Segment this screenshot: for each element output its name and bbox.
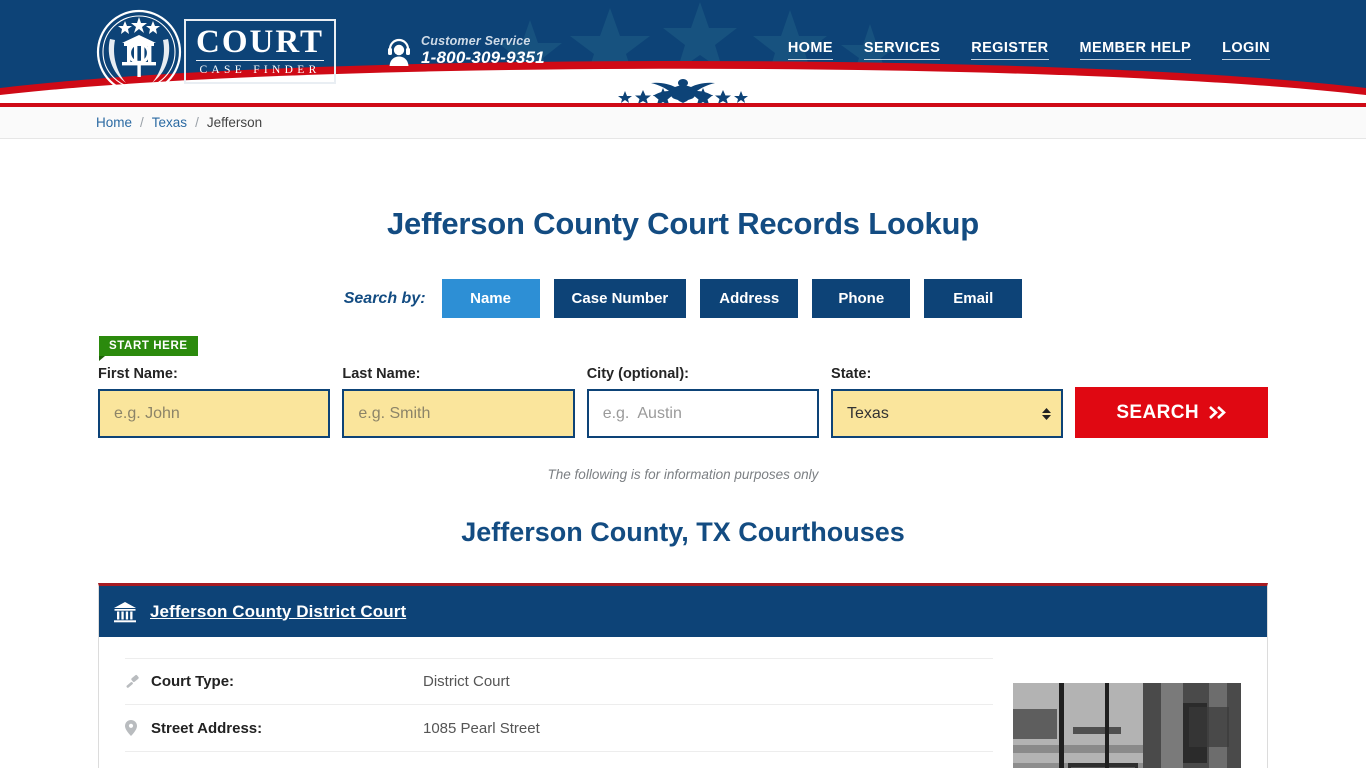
court-details-list: Court Type: District Court Street Addres… — [125, 658, 1013, 768]
breadcrumb-bar: Home / Texas / Jefferson — [0, 107, 1366, 139]
search-button[interactable]: SEARCH — [1075, 387, 1268, 438]
court-name-link[interactable]: Jefferson County District Court — [150, 602, 406, 622]
state-select[interactable]: Texas — [831, 389, 1064, 438]
breadcrumb-separator: / — [140, 115, 144, 130]
search-form: First Name: Last Name: City (optional): … — [98, 366, 1268, 438]
table-row: City: Beaumont — [125, 752, 993, 768]
table-row: Street Address: 1085 Pearl Street — [125, 705, 993, 752]
city-label: City (optional): — [586, 366, 689, 382]
tab-case-number[interactable]: Case Number — [553, 279, 687, 318]
tab-address[interactable]: Address — [700, 279, 799, 318]
last-name-label: Last Name: — [342, 366, 421, 382]
court-card-body: Court Type: District Court Street Addres… — [99, 637, 1267, 768]
map-pin-icon — [125, 720, 151, 736]
row-value: District Court — [423, 673, 510, 690]
city-input[interactable] — [586, 389, 820, 438]
courthouse-photo — [1013, 683, 1241, 768]
header-eagle-decoration — [0, 73, 1366, 103]
tab-email[interactable]: Email — [924, 279, 1023, 318]
section-title: Jefferson County, TX Courthouses — [461, 517, 905, 547]
customer-service-label: Customer Service — [421, 34, 531, 48]
search-by-label: Search by: — [343, 289, 426, 307]
first-name-label: First Name: — [98, 366, 178, 382]
disclaimer-text: The following is for information purpose… — [547, 467, 819, 482]
search-button-label: SEARCH — [1116, 401, 1199, 423]
headset-agent-icon — [388, 38, 410, 66]
tab-phone[interactable]: Phone — [812, 279, 911, 318]
customer-service-block[interactable]: Customer Service 1-800-309-9351 — [386, 34, 545, 68]
site-header: COURT CASE FINDER Customer Service 1-800… — [0, 0, 1366, 103]
customer-service-phone[interactable]: 1-800-309-9351 — [421, 48, 545, 68]
breadcrumb-item-texas[interactable]: Texas — [152, 115, 187, 130]
start-here-badge: START HERE — [99, 336, 198, 361]
court-card: Jefferson County District Court Court Ty… — [98, 583, 1268, 768]
bank-courthouse-icon — [114, 601, 136, 622]
first-name-field-group: First Name: — [98, 366, 331, 438]
main-nav: HOME SERVICES REGISTER MEMBER HELP LOGIN — [787, 40, 1270, 60]
breadcrumb: Home / Texas / Jefferson — [96, 115, 262, 130]
first-name-input[interactable] — [98, 389, 331, 438]
nav-item-services[interactable]: SERVICES — [863, 40, 941, 60]
nav-item-login[interactable]: LOGIN — [1222, 40, 1270, 60]
row-value: 1085 Pearl Street — [423, 719, 540, 737]
logo-title: COURT — [196, 24, 325, 61]
last-name-field-group: Last Name: — [342, 366, 575, 438]
table-row: Court Type: District Court — [125, 658, 993, 705]
court-card-header[interactable]: Jefferson County District Court — [99, 586, 1267, 637]
start-here-wrapper: START HERE — [98, 336, 1268, 361]
search-by-tabs: Search by: Name Case Number Address Phon… — [98, 279, 1268, 318]
breadcrumb-item-home[interactable]: Home — [96, 115, 132, 130]
main-content: Jefferson County Court Records Lookup Se… — [98, 206, 1268, 768]
nav-item-register[interactable]: REGISTER — [971, 40, 1049, 60]
breadcrumb-item-jefferson: Jefferson — [206, 115, 263, 130]
city-field-group: City (optional): — [586, 366, 820, 438]
row-label: Street Address: — [151, 719, 263, 737]
tab-name[interactable]: Name — [441, 279, 540, 318]
row-label: Court Type: — [151, 673, 235, 690]
gavel-icon — [125, 674, 151, 689]
state-field-group: State: Texas — [831, 366, 1064, 438]
nav-item-member-help[interactable]: MEMBER HELP — [1079, 40, 1192, 60]
last-name-input[interactable] — [342, 389, 575, 438]
breadcrumb-separator: / — [195, 115, 199, 130]
page-title: Jefferson County Court Records Lookup — [387, 206, 979, 241]
nav-item-home[interactable]: HOME — [787, 40, 833, 60]
double-chevron-right-icon — [1209, 406, 1226, 419]
state-label: State: — [831, 366, 872, 382]
